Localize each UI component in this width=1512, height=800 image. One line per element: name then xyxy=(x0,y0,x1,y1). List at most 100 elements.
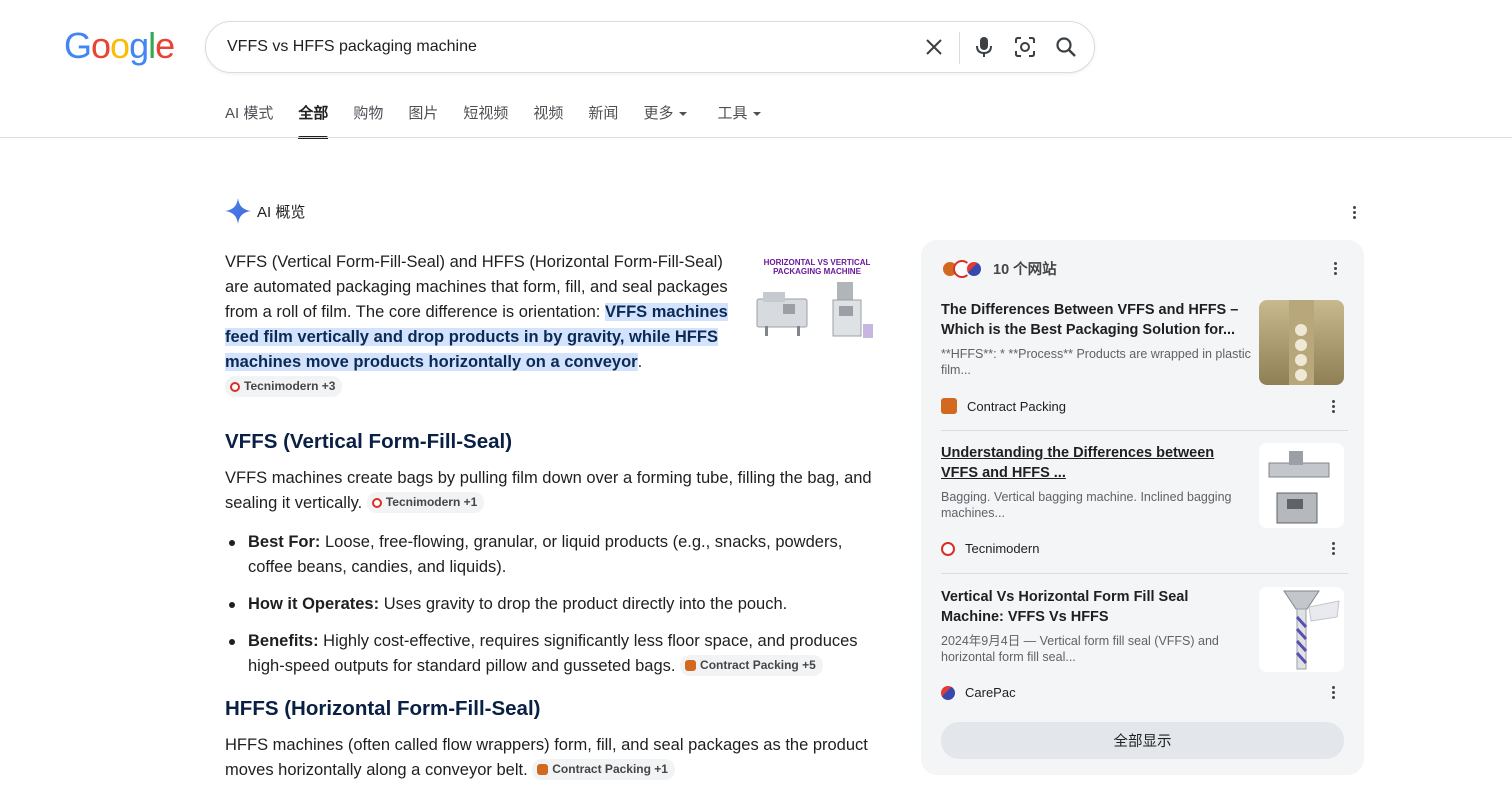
packaging-machine-image xyxy=(756,282,873,338)
search-box[interactable]: VFFS vs HFFS packaging machine xyxy=(205,21,1095,73)
tab-label: 新闻 xyxy=(588,105,619,122)
more-vert-icon[interactable] xyxy=(1344,202,1364,222)
source-card-title[interactable]: The Differences Between VFFS and HFFS – … xyxy=(941,300,1251,340)
source-site-name: Tecnimodern xyxy=(965,541,1040,556)
product-photo-image xyxy=(1289,300,1314,385)
sources-panel: 10 个网站 The Differences Between VFFS and … xyxy=(921,240,1364,775)
tecnimodern-favicon-icon xyxy=(230,381,240,392)
microphone-icon[interactable] xyxy=(971,34,997,60)
hffs-heading: HFFS (Horizontal Form-Fill-Seal) xyxy=(225,697,541,720)
intro-end: . xyxy=(637,353,643,371)
source-chip-label: Tecnimodern +1 xyxy=(385,495,478,510)
tab-label: 全部 xyxy=(298,105,329,122)
contract-packing-favicon-icon xyxy=(941,398,957,414)
chevron-down-icon xyxy=(753,112,762,117)
source-chip[interactable]: Contract Packing +5 xyxy=(680,655,823,677)
search-tabs: AI 模式 全部 购物 图片 短视频 视频 新闻 更多 工具 xyxy=(225,104,786,139)
tab-label: 更多 xyxy=(643,105,674,122)
card-divider xyxy=(941,430,1348,431)
show-all-button[interactable]: 全部显示 xyxy=(941,722,1344,759)
source-favicons xyxy=(941,259,983,278)
sparkle-icon xyxy=(225,198,251,224)
tecnimodern-favicon-icon xyxy=(371,497,382,508)
source-site-name: CarePac xyxy=(965,685,1016,700)
source-card-thumbnail[interactable] xyxy=(1259,443,1344,528)
bullet-label: Benefits: xyxy=(248,632,319,650)
contract-packing-favicon-icon xyxy=(537,764,549,776)
source-card-title[interactable]: Vertical Vs Horizontal Form Fill Seal Ma… xyxy=(941,587,1251,627)
source-card[interactable]: Understanding the Differences between VF… xyxy=(941,443,1348,563)
tab-all[interactable]: 全部 xyxy=(298,104,329,139)
more-vert-icon[interactable] xyxy=(1323,396,1343,416)
bullet-text: Uses gravity to drop the product directl… xyxy=(379,595,788,613)
source-chip-label: Contract Packing +5 xyxy=(700,658,816,673)
bullet-label: How it Operates: xyxy=(248,595,380,613)
ai-overview-header: AI 概览 xyxy=(225,198,305,224)
source-site-name: Contract Packing xyxy=(967,398,1066,414)
tab-label: 视频 xyxy=(533,105,564,122)
list-item: How it Operates: Uses gravity to drop th… xyxy=(225,592,875,617)
source-card-snippet: 2024年9月4日 — Vertical form fill seal (VFF… xyxy=(941,634,1219,664)
ai-overview-title: AI 概览 xyxy=(257,203,306,221)
vffs-bullets: Best For: Loose, free-flowing, granular,… xyxy=(225,530,885,679)
tab-ai-mode[interactable]: AI 模式 xyxy=(225,104,273,138)
tab-videos[interactable]: 视频 xyxy=(533,104,563,138)
machine-photo-image xyxy=(1268,451,1330,524)
vffs-text: VFFS machines create bags by pulling fil… xyxy=(225,469,872,512)
bullet-text: Loose, free-flowing, granular, or liquid… xyxy=(248,533,843,576)
ai-overview-content: VFFS (Vertical Form-Fill-Seal) and HFFS … xyxy=(225,250,885,783)
more-vert-icon[interactable] xyxy=(1323,683,1343,703)
source-site-row[interactable]: Tecnimodern xyxy=(941,541,1335,556)
vffs-heading: VFFS (Vertical Form-Fill-Seal) xyxy=(225,430,513,453)
carepac-favicon-icon xyxy=(965,259,983,278)
intro-paragraph: VFFS (Vertical Form-Fill-Seal) and HFFS … xyxy=(225,250,740,400)
tab-label: 图片 xyxy=(408,105,439,122)
list-item: Benefits: Highly cost-effective, require… xyxy=(225,629,875,679)
source-chip[interactable]: Contract Packing +1 xyxy=(532,759,675,781)
more-vert-icon[interactable] xyxy=(1325,258,1345,278)
contract-packing-favicon-icon xyxy=(685,660,697,672)
source-card-snippet: **HFFS**: * **Process** Products are wra… xyxy=(941,347,1251,377)
vffs-paragraph: VFFS machines create bags by pulling fil… xyxy=(225,466,880,516)
source-site-row[interactable]: Contract Packing xyxy=(941,398,1335,414)
tab-news[interactable]: 新闻 xyxy=(588,104,618,138)
source-site-row[interactable]: CarePac xyxy=(941,685,1335,700)
tab-images[interactable]: 图片 xyxy=(408,104,438,138)
hffs-paragraph: HFFS machines (often called flow wrapper… xyxy=(225,733,880,783)
list-item: Best For: Loose, free-flowing, granular,… xyxy=(225,530,875,580)
tecnimodern-favicon-icon xyxy=(941,541,955,556)
tab-short-videos[interactable]: 短视频 xyxy=(463,104,508,138)
tab-more[interactable]: 更多 xyxy=(643,104,688,138)
source-card[interactable]: The Differences Between VFFS and HFFS – … xyxy=(941,300,1348,420)
machine-photo-image xyxy=(1283,590,1340,670)
camera-lens-icon[interactable] xyxy=(1012,34,1038,60)
bullet-label: Best For: xyxy=(248,533,321,551)
carepac-favicon-icon xyxy=(941,685,955,700)
overview-image[interactable]: HORIZONTAL VS VERTICAL PACKAGING MACHINE xyxy=(753,254,881,354)
source-card[interactable]: Vertical Vs Horizontal Form Fill Seal Ma… xyxy=(941,587,1348,707)
sources-header[interactable]: 10 个网站 xyxy=(941,258,1057,279)
source-card-thumbnail[interactable] xyxy=(1259,587,1344,672)
search-input[interactable]: VFFS vs HFFS packaging machine xyxy=(227,38,477,56)
close-icon[interactable] xyxy=(921,34,947,60)
source-card-title[interactable]: Understanding the Differences between VF… xyxy=(941,443,1251,483)
source-card-snippet: Bagging. Vertical bagging machine. Incli… xyxy=(941,490,1232,520)
search-divider xyxy=(959,32,960,64)
tab-label: AI 模式 xyxy=(225,105,274,122)
chevron-down-icon xyxy=(679,112,688,117)
google-logo[interactable]: Google xyxy=(64,28,175,64)
source-chip-label: Tecnimodern +3 xyxy=(244,379,336,394)
card-divider xyxy=(941,573,1348,574)
sources-count: 10 个网站 xyxy=(993,262,1057,278)
search-icon[interactable] xyxy=(1053,34,1079,60)
tab-tools[interactable]: 工具 xyxy=(717,104,762,138)
source-card-thumbnail[interactable] xyxy=(1259,300,1344,385)
tab-shopping[interactable]: 购物 xyxy=(353,104,383,138)
more-vert-icon[interactable] xyxy=(1323,539,1343,559)
tab-label: 工具 xyxy=(717,105,748,122)
source-chip[interactable]: Tecnimodern +1 xyxy=(366,492,485,514)
source-chip-label: Contract Packing +1 xyxy=(552,762,668,777)
header-divider xyxy=(0,137,1512,138)
source-chip[interactable]: Tecnimodern +3 xyxy=(225,376,343,398)
tab-label: 短视频 xyxy=(463,105,509,122)
